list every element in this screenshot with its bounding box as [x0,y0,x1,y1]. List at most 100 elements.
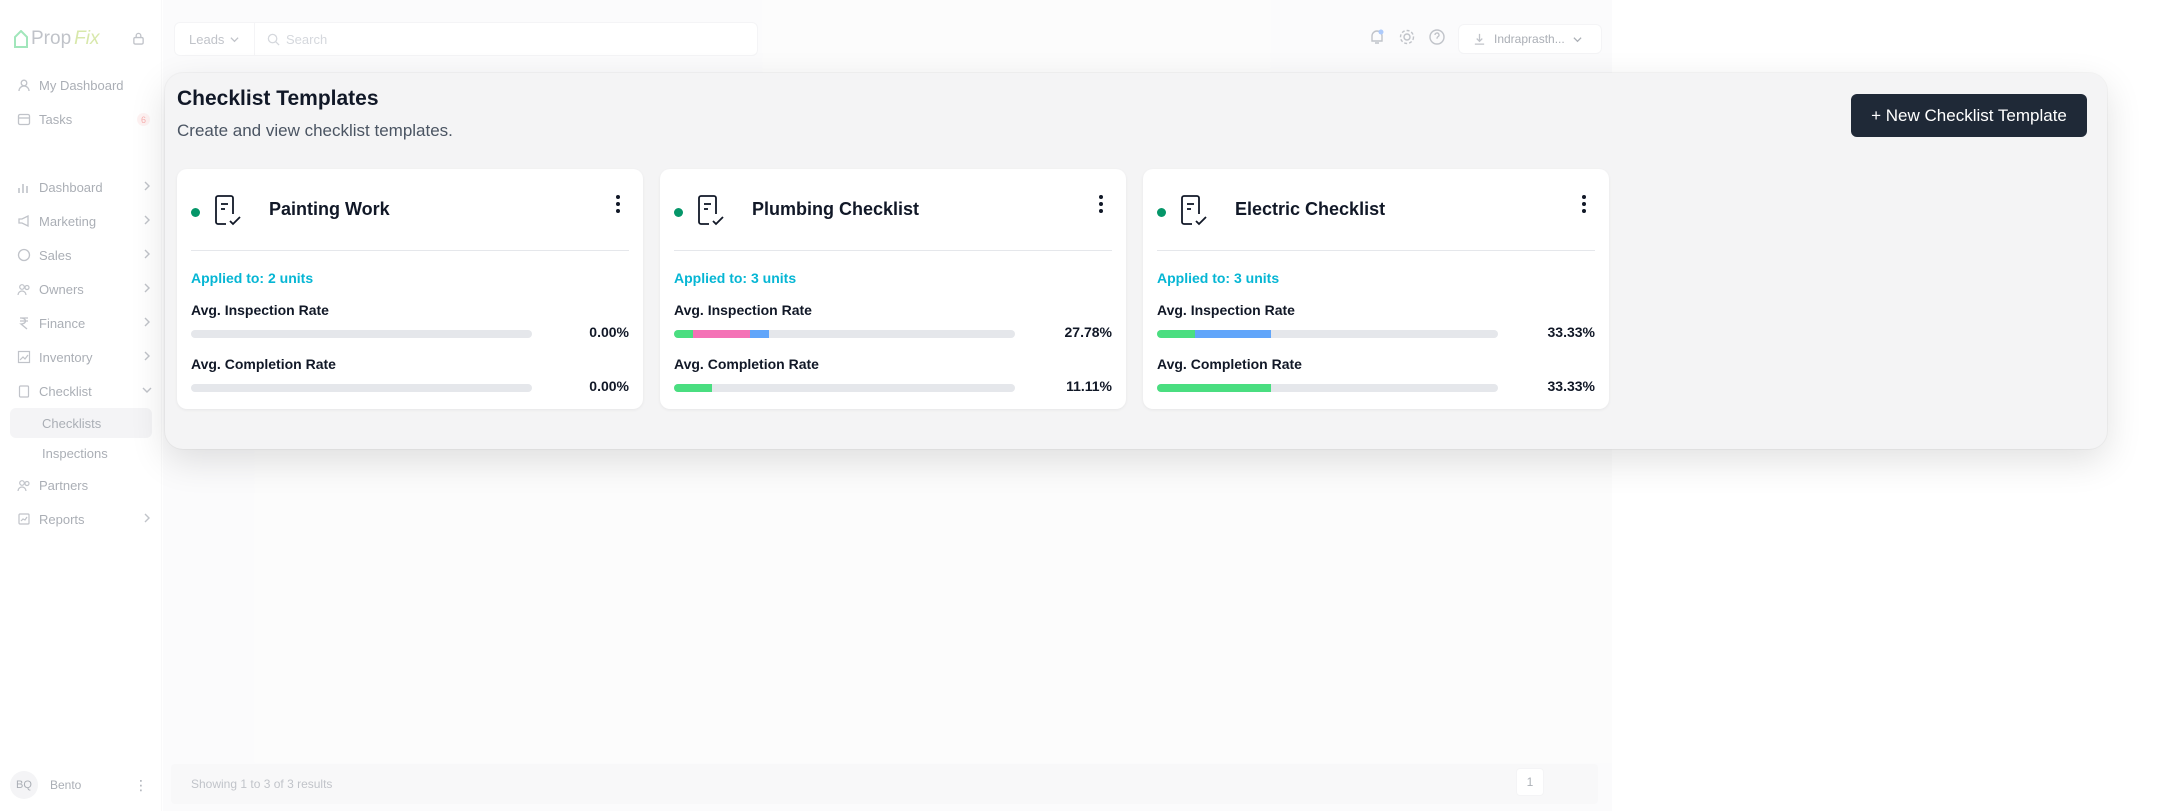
completion-rate-value: 33.33% [1547,378,1595,394]
status-dot [1157,208,1166,217]
applied-units-link[interactable]: Applied to: 3 units [1157,270,1279,286]
sidebar-item-partners[interactable]: Partners [0,468,162,502]
sidebar-item-tasks[interactable]: Tasks 6 [0,102,162,136]
sidebar-item-my-dashboard[interactable]: My Dashboard [0,68,162,102]
sidebar-nav: My Dashboard Tasks 6 Dashboard Marketing… [0,68,162,536]
inventory-chart-icon [16,349,32,365]
sidebar-item-label: Reports [39,511,85,527]
sidebar-item-label: Tasks [39,111,73,127]
more-vertical-icon[interactable] [1576,193,1592,215]
inspection-progress-bar [191,330,532,338]
chevron-right-icon [144,513,150,523]
sidebar-item-label: Finance [39,315,86,331]
lock-icon[interactable] [132,32,145,45]
inspection-rate-label: Avg. Inspection Rate [1157,302,1295,318]
tasks-count-badge: 6 [137,113,150,126]
completion-rate-value: 0.00% [589,378,629,394]
sidebar: Prop Fix My Dashboard Tasks 6 Dashboard M… [0,0,162,811]
logo-accent: Fix [74,28,100,49]
module-select[interactable]: Leads [175,23,255,55]
chevron-down-icon [1573,36,1582,42]
sidebar-item-dashboard[interactable]: Dashboard [0,170,162,204]
template-name: Painting Work [269,199,390,219]
status-dot [191,208,200,217]
logo-house-icon [14,30,28,48]
gear-icon[interactable] [1398,28,1416,46]
logo: Prop Fix [14,28,99,50]
modal-subtitle: Create and view checklist templates. [177,121,453,140]
template-card[interactable]: Painting Work Applied to: 2 units Avg. I… [177,169,643,409]
completion-rate-label: Avg. Completion Rate [674,356,819,372]
divider [1157,250,1595,251]
completion-progress-bar [674,384,1015,392]
module-select-value: Leads [189,31,225,47]
checklist-doc-icon [215,195,241,226]
help-icon[interactable] [1428,28,1446,46]
sidebar-item-finance[interactable]: Finance [0,306,162,340]
progress-segment [674,384,712,392]
user-name: Bento [50,778,82,792]
user-profile[interactable]: BQ Bento ⋮ [10,769,152,801]
status-dot [674,208,683,217]
progress-segment [692,330,750,338]
sidebar-item-label: Dashboard [39,179,103,195]
pagination-bar: Showing 1 to 3 of 3 results [171,764,1598,804]
progress-segment [1194,330,1271,338]
results-text: Showing 1 to 3 of 3 results [191,777,333,791]
sidebar-subitem-checklists[interactable]: Checklists [10,408,152,438]
user-icon [16,77,32,93]
top-search-bar: Leads Search [174,22,758,56]
download-icon [1474,33,1485,45]
chevron-right-icon [144,249,150,259]
template-name: Plumbing Checklist [752,199,920,219]
logo-text: Prop [31,28,72,49]
sidebar-item-marketing[interactable]: Marketing [0,204,162,238]
more-vertical-icon[interactable]: ⋮ [134,777,148,794]
more-vertical-icon[interactable] [1093,193,1109,215]
inspection-rate-value: 0.00% [589,324,629,340]
sidebar-item-checklist[interactable]: Checklist [0,374,162,408]
report-icon [16,511,32,527]
applied-units-link[interactable]: Applied to: 2 units [191,270,313,286]
search-placeholder: Search [286,31,328,47]
divider [191,250,629,251]
chevron-right-icon [144,283,150,293]
coin-icon [16,247,32,263]
completion-progress-bar [191,384,532,392]
calendar-icon [16,111,32,127]
modal-title: Checklist Templates [177,87,379,110]
sidebar-item-label: My Dashboard [39,77,124,93]
inspection-rate-value: 33.33% [1547,324,1595,340]
progress-segment [1157,330,1195,338]
chevron-right-icon [144,317,150,327]
sidebar-subitem-inspections[interactable]: Inspections [10,438,152,468]
pagination-page-button[interactable]: 1 [1516,768,1544,796]
applied-units-link[interactable]: Applied to: 3 units [674,270,796,286]
sidebar-item-label: Checklist [39,383,92,399]
sidebar-item-inventory[interactable]: Inventory [0,340,162,374]
completion-progress-bar [1157,384,1498,392]
sidebar-item-label: Marketing [39,213,97,229]
sidebar-item-sales[interactable]: Sales [0,238,162,272]
sidebar-item-owners[interactable]: Owners [0,272,162,306]
template-card[interactable]: Plumbing Checklist Applied to: 3 units A… [660,169,1126,409]
new-checklist-template-button[interactable]: + New Checklist Template [1851,94,2087,137]
chevron-right-icon [144,351,150,361]
chevron-down-icon [142,387,152,393]
template-card[interactable]: Electric Checklist Applied to: 3 units A… [1143,169,1609,409]
inspection-rate-value: 27.78% [1064,324,1112,340]
megaphone-icon [16,213,32,229]
inspection-progress-bar [674,330,1015,338]
rupee-icon [16,315,32,331]
progress-segment [749,330,769,338]
sidebar-item-reports[interactable]: Reports [0,502,162,536]
location-select[interactable]: Indraprasth... [1458,24,1602,54]
inspection-rate-label: Avg. Inspection Rate [674,302,812,318]
avatar: BQ [10,771,38,799]
bell-icon[interactable] [1368,28,1386,46]
bar-chart-icon [16,179,32,195]
search-input[interactable]: Search [255,32,327,47]
checklist-doc-icon [698,195,724,226]
more-vertical-icon[interactable] [610,193,626,215]
